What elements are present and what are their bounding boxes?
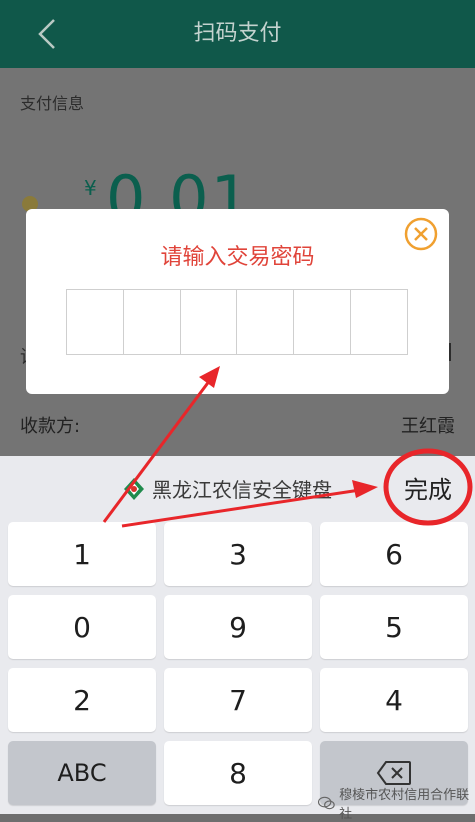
wechat-icon xyxy=(318,796,335,810)
key-0[interactable]: 0 xyxy=(8,595,156,659)
pin-digit-box[interactable] xyxy=(294,290,352,354)
password-dialog: 请输入交易密码 xyxy=(26,209,449,394)
bank-logo-icon xyxy=(124,477,144,500)
key-6[interactable]: 6 xyxy=(320,522,468,586)
done-button[interactable]: 完成 xyxy=(404,470,452,505)
page-title: 扫码支付 xyxy=(193,21,282,46)
keyboard-brand-name: 黑龙江农信安全键盘 xyxy=(152,478,332,502)
pin-digit-box[interactable] xyxy=(237,290,295,354)
key-2[interactable]: 2 xyxy=(8,668,156,732)
key-7[interactable]: 7 xyxy=(164,668,312,732)
watermark-text: 穆棱市农村信用合作联社 xyxy=(339,788,470,822)
key-1[interactable]: 1 xyxy=(8,522,156,586)
key-8[interactable]: 8 xyxy=(164,741,312,805)
payee-label: 收款方: xyxy=(20,416,81,437)
dialog-title: 请输入交易密码 xyxy=(160,245,315,270)
watermark: 穆棱市农村信用合作联社 xyxy=(318,784,475,822)
abc-switch-key[interactable]: ABC xyxy=(8,741,156,805)
key-4[interactable]: 4 xyxy=(320,668,468,732)
key-9[interactable]: 9 xyxy=(164,595,312,659)
pin-digit-box[interactable] xyxy=(351,290,407,354)
key-5[interactable]: 5 xyxy=(320,595,468,659)
close-icon[interactable] xyxy=(404,217,438,251)
payment-info-label: 支付信息 xyxy=(20,94,85,113)
keyboard-brand: 黑龙江农信安全键盘 xyxy=(122,474,332,503)
backspace-icon xyxy=(376,761,411,785)
key-3[interactable]: 3 xyxy=(164,522,312,586)
pin-digit-box[interactable] xyxy=(124,290,181,354)
currency-symbol: ¥ xyxy=(84,176,97,200)
payee-name: 王红霞 xyxy=(401,416,455,437)
secure-keyboard: 黑龙江农信安全键盘 完成 1 3 6 0 9 5 2 7 4 ABC 8 xyxy=(0,456,475,814)
pin-digit-box[interactable] xyxy=(181,290,238,354)
pin-digit-box[interactable] xyxy=(67,290,124,354)
keyboard-toolbar: 黑龙江农信安全键盘 完成 xyxy=(0,456,475,516)
pin-input[interactable] xyxy=(66,289,408,355)
app-header: 扫码支付 xyxy=(0,0,475,68)
